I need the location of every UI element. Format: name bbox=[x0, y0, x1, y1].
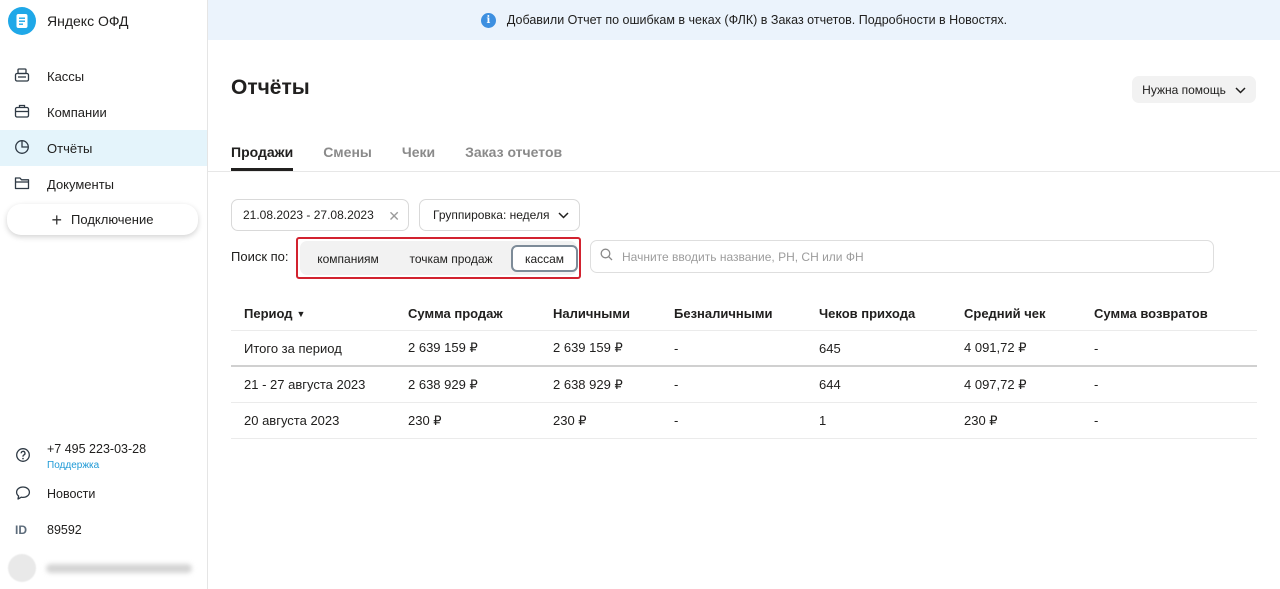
search-by-label: Поиск по: bbox=[231, 249, 289, 264]
sidebar-item-label: Документы bbox=[47, 176, 115, 192]
sidebar-item-label: Отчёты bbox=[47, 140, 93, 156]
user-profile[interactable] bbox=[0, 548, 207, 588]
support-contact[interactable]: +7 495 223-03-28 Поддержка bbox=[0, 436, 207, 476]
table-cell: 4 091,72 ₽ bbox=[964, 340, 1027, 355]
date-range-field[interactable]: 21.08.2023 - 27.08.2023 ✕ bbox=[231, 199, 409, 231]
table-row[interactable]: 21 - 27 августа 2023 2 638 929 ₽ 2 638 9… bbox=[231, 367, 1257, 403]
highlight-frame: компаниям точкам продаж кассам bbox=[296, 237, 581, 279]
table-row-total: Итого за период 2 639 159 ₽ 2 639 159 ₽ … bbox=[231, 331, 1257, 367]
table-cell: 20 августа 2023 bbox=[244, 413, 340, 428]
id-value: 89592 bbox=[47, 523, 82, 537]
briefcase-icon bbox=[14, 103, 30, 122]
sidebar-item-kassy[interactable]: Кассы bbox=[0, 58, 207, 94]
search-mode-companies[interactable]: компаниям bbox=[306, 245, 390, 272]
tabs-divider bbox=[208, 171, 1280, 172]
sales-table: Период ▼ Сумма продаж Наличными Безналичн… bbox=[231, 296, 1257, 439]
receipt-logo-icon bbox=[8, 7, 36, 35]
table-cell: 1 bbox=[819, 413, 827, 428]
banner-text: Добавили Отчет по ошибкам в чеках (ФЛК) … bbox=[506, 13, 1008, 27]
column-header: Средний чек bbox=[964, 305, 1046, 321]
column-header-period[interactable]: Период ▼ bbox=[244, 306, 305, 321]
table-cell: 230 ₽ bbox=[553, 412, 587, 428]
news-banner[interactable]: i Добавили Отчет по ошибкам в чеках (ФЛК… bbox=[208, 0, 1280, 40]
account-id: ID 89592 bbox=[0, 512, 207, 548]
table-cell: 4 097,72 ₽ bbox=[964, 376, 1027, 392]
report-tabs: Продажи Смены Чеки Заказ отчетов bbox=[231, 138, 592, 171]
search-icon bbox=[600, 248, 613, 266]
tab-shifts[interactable]: Смены bbox=[323, 138, 372, 171]
id-label: ID bbox=[15, 523, 27, 537]
column-header: Безналичными bbox=[674, 305, 773, 321]
page-title: Отчёты bbox=[231, 76, 310, 99]
question-circle-icon bbox=[15, 447, 31, 466]
column-header: Сумма продаж bbox=[408, 305, 503, 321]
news-link[interactable]: Новости bbox=[0, 476, 207, 512]
grouping-value: Группировка: неделя bbox=[433, 208, 550, 222]
help-label: Нужна помощь bbox=[1142, 82, 1226, 97]
table-cell: - bbox=[674, 377, 679, 392]
support-link[interactable]: Поддержка bbox=[47, 460, 146, 471]
table-cell: Итого за период bbox=[244, 340, 342, 356]
blurred-user-email bbox=[46, 563, 192, 573]
sidebar-item-label: Компании bbox=[47, 104, 107, 120]
column-header: Наличными bbox=[553, 305, 630, 321]
table-cell: 2 638 929 ₽ bbox=[553, 376, 623, 392]
news-label: Новости bbox=[47, 487, 96, 501]
table-cell: 21 - 27 августа 2023 bbox=[244, 377, 366, 392]
table-cell: 230 ₽ bbox=[964, 412, 998, 428]
sidebar-nav: Кассы Компании Отчёты Документы bbox=[0, 58, 207, 202]
table-cell: 645 bbox=[819, 340, 841, 356]
table-header-row: Период ▼ Сумма продаж Наличными Безналичн… bbox=[231, 296, 1257, 331]
connect-label: Подключение bbox=[71, 212, 154, 227]
sidebar: Яндекс ОФД Кассы Компании Отчёты Докумен… bbox=[0, 0, 208, 589]
chevron-down-icon bbox=[549, 208, 569, 222]
chevron-down-icon bbox=[1226, 83, 1246, 97]
tab-report-orders[interactable]: Заказ отчетов bbox=[465, 138, 562, 171]
table-cell: - bbox=[674, 413, 679, 428]
table-cell: - bbox=[1094, 377, 1099, 392]
table-cell: 2 639 159 ₽ bbox=[408, 340, 478, 355]
folder-icon bbox=[14, 175, 30, 194]
table-cell: - bbox=[674, 340, 679, 356]
sidebar-item-label: Кассы bbox=[47, 68, 85, 84]
support-phone: +7 495 223-03-28 bbox=[47, 441, 147, 456]
search-field[interactable] bbox=[590, 240, 1214, 273]
avatar bbox=[8, 554, 36, 582]
cash-register-icon bbox=[14, 67, 30, 86]
tab-sales[interactable]: Продажи bbox=[231, 138, 294, 171]
table-cell: 230 ₽ bbox=[408, 412, 442, 428]
connect-button[interactable]: + Подключение bbox=[7, 204, 198, 235]
app-root: Яндекс ОФД Кассы Компании Отчёты Докумен… bbox=[0, 0, 1280, 589]
table-row[interactable]: 20 августа 2023 230 ₽ 230 ₽ - 1 230 ₽ - bbox=[231, 403, 1257, 439]
search-mode-switch: компаниям точкам продаж кассам bbox=[300, 241, 578, 275]
search-mode-registers[interactable]: кассам bbox=[511, 245, 578, 272]
pie-chart-icon bbox=[14, 139, 30, 158]
help-dropdown-button[interactable]: Нужна помощь bbox=[1132, 76, 1256, 103]
search-input[interactable] bbox=[622, 249, 1202, 264]
date-range-value: 21.08.2023 - 27.08.2023 bbox=[243, 208, 374, 222]
table-cell: 644 bbox=[819, 377, 841, 392]
table-cell: - bbox=[1094, 340, 1099, 356]
column-header: Чеков прихода bbox=[819, 305, 916, 321]
table-cell: 2 638 929 ₽ bbox=[408, 376, 478, 392]
table-cell: 2 639 159 ₽ bbox=[553, 340, 623, 355]
chat-bubble-icon bbox=[15, 485, 31, 504]
app-logo[interactable]: Яндекс ОФД bbox=[8, 6, 129, 36]
app-title: Яндекс ОФД bbox=[47, 13, 129, 29]
clear-icon[interactable]: ✕ bbox=[388, 208, 400, 225]
sidebar-item-reports[interactable]: Отчёты bbox=[0, 130, 207, 166]
sidebar-footer: +7 495 223-03-28 Поддержка Новости ID 89… bbox=[0, 436, 207, 588]
grouping-select[interactable]: Группировка: неделя bbox=[419, 199, 580, 231]
plus-icon: + bbox=[51, 209, 63, 230]
column-header: Сумма возвратов bbox=[1094, 305, 1208, 321]
info-icon: i bbox=[480, 12, 496, 28]
tab-receipts[interactable]: Чеки bbox=[402, 138, 435, 171]
table-cell: - bbox=[1094, 413, 1099, 428]
sort-caret-icon: ▼ bbox=[296, 309, 306, 320]
search-mode-outlets[interactable]: точкам продаж bbox=[396, 245, 506, 272]
sidebar-item-documents[interactable]: Документы bbox=[0, 166, 207, 202]
sidebar-item-companies[interactable]: Компании bbox=[0, 94, 207, 130]
